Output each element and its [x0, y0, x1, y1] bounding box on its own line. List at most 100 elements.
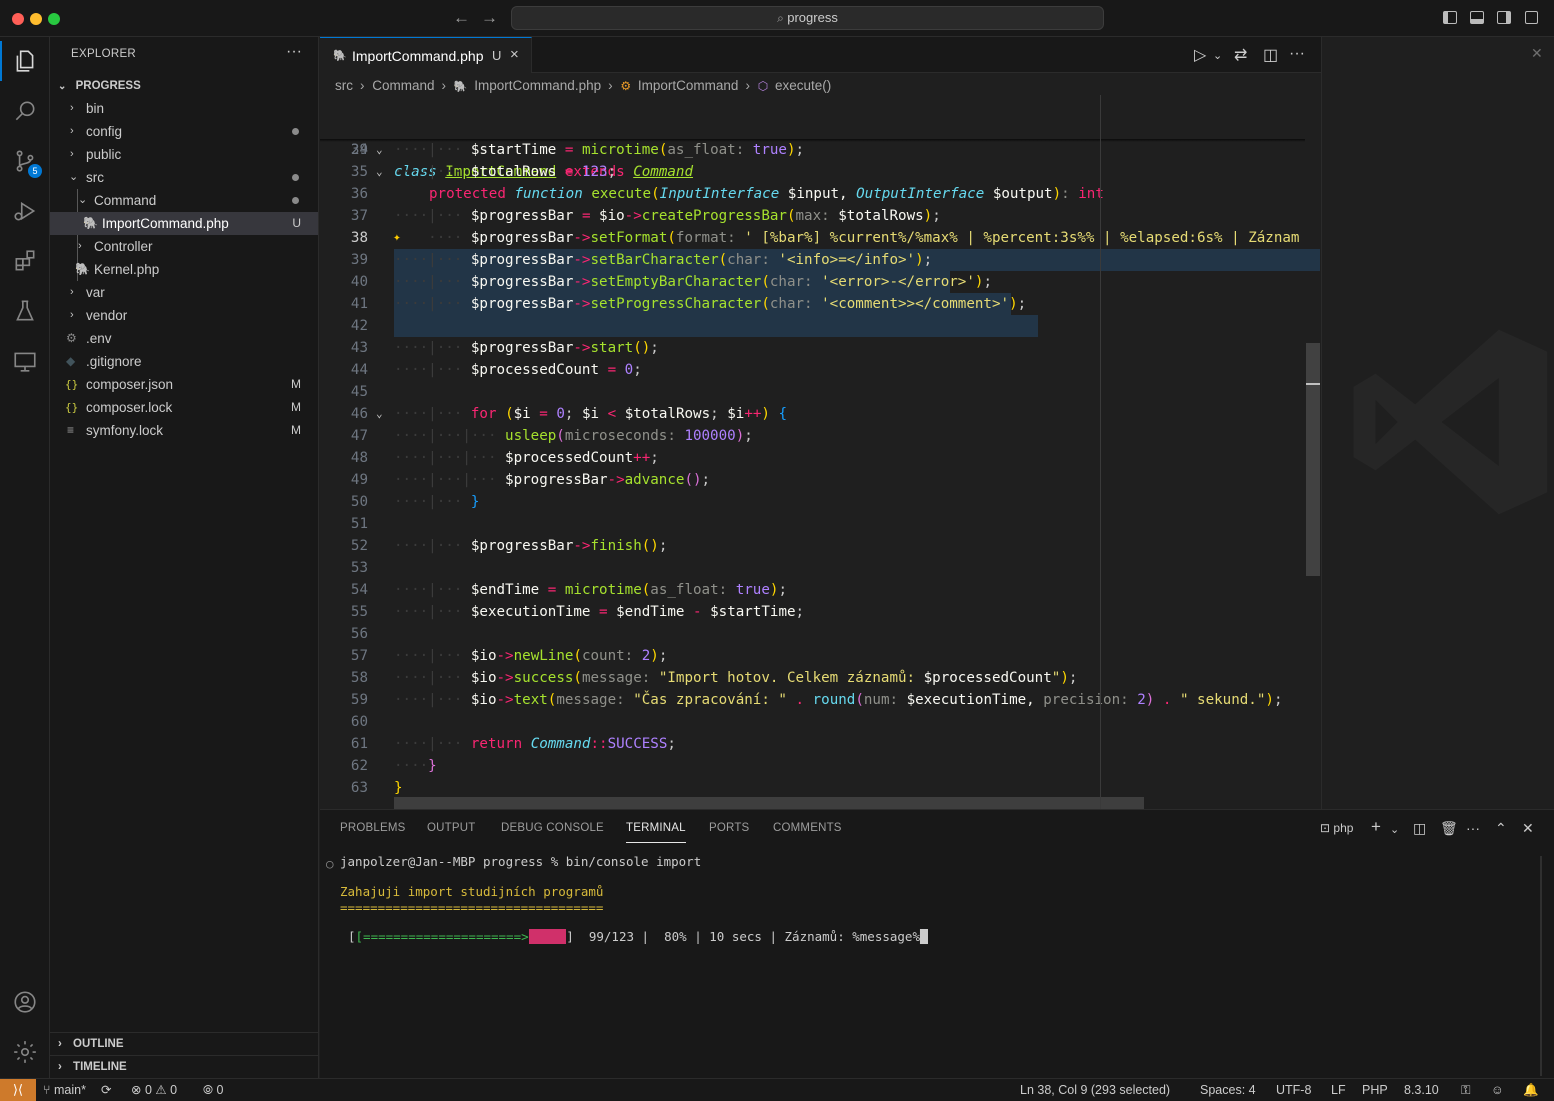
cursor-position[interactable]: Ln 38, Col 9 (293 selected)	[1020, 1079, 1170, 1101]
timeline-section[interactable]: › TIMELINE	[50, 1055, 318, 1077]
code-line[interactable]: 51	[320, 513, 1320, 535]
toggle-primary-sidebar-icon[interactable]	[1443, 11, 1457, 24]
more-actions-icon[interactable]: ···	[1289, 45, 1305, 63]
settings-gear-icon[interactable]	[0, 1028, 50, 1076]
code-line[interactable]: 54 ····|··· $endTime = microtime(as_float…	[320, 579, 1320, 601]
tree-file-symfony-lock[interactable]: ≡ symfony.lock M	[50, 419, 318, 442]
customize-layout-icon[interactable]	[1525, 11, 1538, 24]
code-editor[interactable]: 16 ⌄ class ImportCommand extends Command…	[320, 95, 1320, 809]
tree-folder-command[interactable]: ⌄ Command	[50, 189, 318, 212]
encoding-indicator[interactable]: UTF-8	[1276, 1079, 1311, 1101]
code-line[interactable]: 34 ····|··· $startTime = microtime(as_flo…	[320, 139, 1320, 161]
code-line[interactable]: 41 ····|··· $progressBar->setProgressChar…	[320, 293, 1320, 315]
breadcrumb-item[interactable]: Command	[372, 78, 434, 93]
more-actions-icon[interactable]: ···	[286, 43, 302, 61]
more-actions-icon[interactable]: ···	[1466, 820, 1480, 836]
tree-folder-var[interactable]: › var	[50, 281, 318, 304]
code-line[interactable]: 40 ····|··· $progressBar->setEmptyBarChar…	[320, 271, 1320, 293]
php-version[interactable]: 8.3.10	[1404, 1079, 1439, 1101]
horizontal-scrollbar[interactable]	[394, 797, 1144, 809]
tree-folder-public[interactable]: › public	[50, 143, 318, 166]
tab-debug-console[interactable]: DEBUG CONSOLE	[501, 822, 604, 834]
tab-terminal[interactable]: TERMINAL	[626, 822, 686, 843]
code-line[interactable]: 48 ····|···|··· $processedCount++;	[320, 447, 1320, 469]
code-line[interactable]: 38 ✦ ···· $progressBar->setFormat(format:…	[320, 227, 1320, 249]
code-line[interactable]: 46 ⌄ ····|··· for ($i = 0; $i < $totalRows…	[320, 403, 1320, 425]
eol-indicator[interactable]: LF	[1331, 1079, 1346, 1101]
command-center-search[interactable]: ⌕ progress	[511, 6, 1104, 30]
source-control-icon[interactable]	[0, 137, 50, 185]
run-file-icon[interactable]: ▷	[1194, 45, 1206, 65]
key-icon[interactable]: ⚿	[1461, 1079, 1471, 1101]
workspace-folder-header[interactable]: ⌄ PROGRESS	[50, 75, 318, 97]
code-line[interactable]: 47 ····|···|··· usleep(microseconds: 1000…	[320, 425, 1320, 447]
tree-folder-vendor[interactable]: › vendor	[50, 304, 318, 327]
toggle-panel-icon[interactable]	[1470, 11, 1484, 24]
code-line[interactable]: 58 ····|··· $io->success(message: "Import…	[320, 667, 1320, 689]
tree-folder-bin[interactable]: › bin	[50, 97, 318, 120]
tab-comments[interactable]: COMMENTS	[773, 822, 842, 834]
tree-folder-config[interactable]: › config	[50, 120, 318, 143]
code-line[interactable]: 55 ····|··· $executionTime = $endTime - $…	[320, 601, 1320, 623]
run-and-debug-icon[interactable]	[0, 187, 50, 235]
extensions-icon[interactable]	[0, 237, 50, 285]
close-panel-icon[interactable]: ✕	[1522, 820, 1534, 837]
testing-icon[interactable]	[0, 287, 50, 335]
back-arrow-icon[interactable]: ←	[453, 8, 470, 28]
problems-indicator[interactable]: ⊗ 0 ⚠ 0	[131, 1079, 177, 1101]
code-line[interactable]: 60	[320, 711, 1320, 733]
code-line[interactable]: 62 ····}	[320, 755, 1320, 777]
code-line[interactable]: 56	[320, 623, 1320, 645]
code-line[interactable]: 59 ····|··· $io->text(message: "Čas zprac…	[320, 689, 1320, 711]
outline-section[interactable]: › OUTLINE	[50, 1032, 318, 1054]
close-icon[interactable]: ✕	[1531, 45, 1543, 62]
indentation-indicator[interactable]: Spaces: 4	[1200, 1079, 1256, 1101]
code-line[interactable]: 53	[320, 557, 1320, 579]
tab-ports[interactable]: PORTS	[709, 822, 749, 834]
tree-file-env[interactable]: ⚙ .env	[50, 327, 318, 350]
remote-indicator-icon[interactable]: ⟩⟨	[0, 1079, 36, 1101]
tree-file-composer-lock[interactable]: {} composer.lock M	[50, 396, 318, 419]
maximize-window-button[interactable]	[48, 13, 60, 25]
sticky-scroll-line[interactable]: 29 ⌄ protected function execute(InputInt…	[320, 117, 1320, 202]
toggle-secondary-sidebar-icon[interactable]	[1497, 11, 1511, 24]
language-mode[interactable]: PHP	[1362, 1079, 1388, 1101]
code-line[interactable]: 39 ····|··· $progressBar->setBarCharacter…	[320, 249, 1320, 271]
sticky-scroll-line[interactable]: 16 ⌄ class ImportCommand extends Command	[320, 95, 1320, 180]
code-line[interactable]: 63}	[320, 777, 1320, 799]
ports-indicator[interactable]: ⦾ 0	[203, 1079, 223, 1101]
accounts-icon[interactable]	[0, 978, 50, 1026]
split-editor-icon[interactable]: ◫	[1263, 45, 1278, 65]
code-line[interactable]: 49 ····|···|··· $progressBar->advance();	[320, 469, 1320, 491]
compare-changes-icon[interactable]: ⇄	[1234, 45, 1247, 65]
breadcrumb-item[interactable]: execute()	[775, 78, 831, 93]
split-terminal-icon[interactable]: ◫	[1413, 820, 1426, 837]
tree-file-importcommand[interactable]: 🐘 ImportCommand.php U	[50, 212, 318, 235]
new-terminal-icon[interactable]: +	[1371, 817, 1381, 837]
code-line[interactable]: 37 ····|··· $progressBar = $io->createPro…	[320, 205, 1320, 227]
tab-problems[interactable]: PROBLEMS	[340, 822, 406, 834]
code-line[interactable]: 44 ····|··· $processedCount = 0;	[320, 359, 1320, 381]
explorer-icon[interactable]	[0, 37, 50, 85]
code-line[interactable]: 35 ····|··· $totalRows = 123;	[320, 161, 1320, 183]
terminal-output[interactable]: ○ janpolzer@Jan--MBP progress % bin/cons…	[320, 850, 1554, 1079]
tab-importcommand[interactable]: 🐘 ImportCommand.php U ×	[320, 37, 532, 73]
tree-file-composer-json[interactable]: {} composer.json M	[50, 373, 318, 396]
close-tab-icon[interactable]: ×	[510, 46, 519, 63]
minimize-window-button[interactable]	[30, 13, 42, 25]
forward-arrow-icon[interactable]: →	[481, 8, 498, 28]
branch-indicator[interactable]: ⑂ main*	[43, 1079, 86, 1101]
close-window-button[interactable]	[12, 13, 24, 25]
copilot-icon[interactable]: ☺	[1491, 1079, 1504, 1101]
tree-file-kernel[interactable]: 🐘 Kernel.php	[50, 258, 318, 281]
breadcrumb-item[interactable]: ImportCommand	[638, 78, 739, 93]
code-line[interactable]: 52 ····|··· $progressBar->finish();	[320, 535, 1320, 557]
sync-icon[interactable]: ⟳	[101, 1079, 111, 1101]
breadcrumb-item[interactable]: ImportCommand.php	[474, 78, 601, 93]
maximize-panel-icon[interactable]: ⌃	[1495, 820, 1507, 837]
tab-output[interactable]: OUTPUT	[427, 822, 475, 834]
terminal-shell-icon[interactable]: ⊡ php	[1320, 821, 1353, 835]
code-line[interactable]: 45	[320, 381, 1320, 403]
chevron-down-icon[interactable]: ⌄	[1390, 823, 1399, 836]
tree-file-gitignore[interactable]: ◆ .gitignore	[50, 350, 318, 373]
